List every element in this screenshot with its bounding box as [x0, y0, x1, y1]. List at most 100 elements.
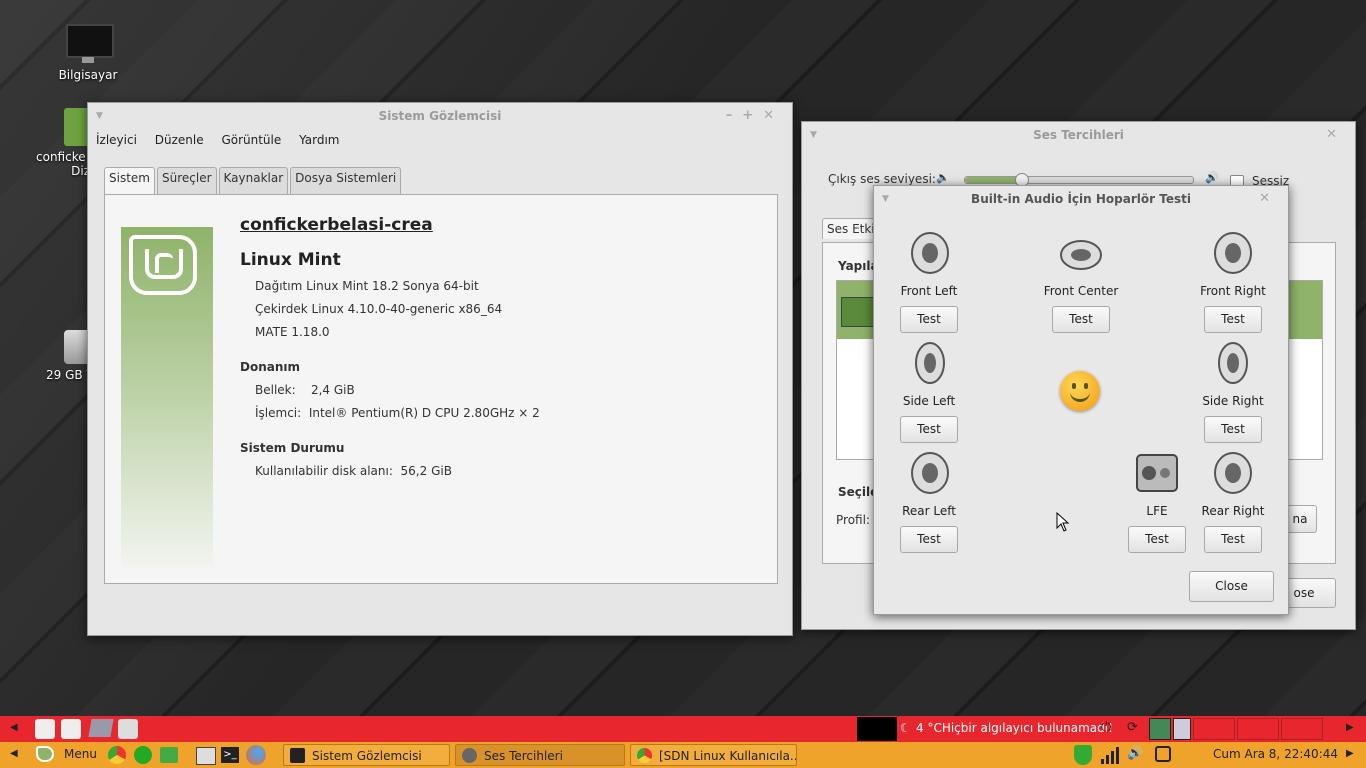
window-title: Built-in Audio İçin Hoparlör Testi [971, 192, 1191, 206]
rear-left-test-button[interactable]: Test [900, 526, 958, 553]
chrome-task-icon [637, 748, 652, 763]
test-speakers-label: na [1292, 512, 1308, 526]
linux-mint-logo-icon [129, 235, 197, 295]
side-left-test-button[interactable]: Test [900, 416, 958, 443]
front-right-label: Front Right [1200, 284, 1266, 298]
system-tab-content: confickerbelasi-crea Linux Mint Dağıtım … [104, 194, 778, 584]
task-browser[interactable]: [SDN Linux Kullanıcıla... [630, 744, 797, 766]
disk-label: Kullanılabilir disk alanı: [255, 464, 393, 478]
panel-scroll-left-icon[interactable]: ◀ [10, 748, 18, 759]
tab-system[interactable]: Sistem [104, 167, 155, 194]
window-menu-icon[interactable]: ▼ [810, 122, 817, 148]
volume-icon[interactable]: 🔊 [1127, 746, 1143, 761]
menu-help[interactable]: Yardım [299, 133, 339, 147]
system-monitor-titlebar[interactable]: ▼ Sistem Gözlemcisi –+✕ [88, 103, 792, 129]
tab-bar: Sistem Süreçler Kaynaklar Dosya Sistemle… [104, 167, 403, 194]
desktop-icon-computer[interactable]: Bilgisayar [38, 24, 138, 82]
desktop-icon-home-folder[interactable]: conficke Diz [30, 108, 90, 178]
volume-high-icon: 🔊 [1205, 171, 1219, 184]
sound-titlebar[interactable]: ▼ Ses Tercihleri ✕ [802, 122, 1355, 148]
memory-row: Bellek: 2,4 GiB [255, 383, 355, 397]
lfe-test-button[interactable]: Test [1128, 526, 1186, 553]
workspace-2[interactable] [1173, 718, 1191, 740]
front-right-test-button[interactable]: Test [1204, 306, 1262, 333]
front-center-test-button[interactable]: Test [1052, 306, 1110, 333]
spotify-launcher-icon[interactable] [134, 746, 152, 764]
network-signal-icon[interactable] [1101, 746, 1119, 764]
lfe-subwoofer-icon [1135, 451, 1179, 495]
os-name: Linux Mint [240, 250, 341, 270]
bottom-panel: ◀ Menu >_ Sistem Gözlemcisi Ses Tercihle… [0, 742, 1366, 768]
task-sound-preferences[interactable]: Ses Tercihleri [455, 744, 625, 766]
front-left-test-button[interactable]: Test [900, 306, 958, 333]
disk-value: 56,2 GiB [400, 464, 452, 478]
chrome-launcher-icon[interactable] [108, 746, 126, 764]
window-title: Ses Tercihleri [1033, 128, 1124, 142]
volume-label: Çıkış ses seviyesi: [828, 172, 936, 186]
workspace-switcher[interactable] [1149, 718, 1329, 740]
front-left-speaker-icon [908, 231, 952, 275]
workspace-5[interactable] [1281, 718, 1323, 740]
side-right-speaker-icon [1211, 341, 1255, 385]
terminal-launcher-icon[interactable]: >_ [221, 747, 239, 763]
release-info: Dağıtım Linux Mint 18.2 Sonya 64-bit [255, 279, 479, 293]
profile-label: Profil: [836, 513, 870, 527]
launcher-pen-icon-2[interactable] [61, 719, 81, 739]
close-icon[interactable]: ✕ [1259, 186, 1280, 212]
show-desktop-icon[interactable] [196, 747, 216, 765]
firefox-launcher-icon[interactable] [246, 745, 266, 765]
refresh-icon[interactable]: ⟳ [1127, 720, 1138, 735]
workspace-4[interactable] [1237, 718, 1279, 740]
menu-monitor[interactable]: İzleyici [96, 133, 137, 147]
mint-logo-banner [121, 227, 213, 567]
rear-right-test-button[interactable]: Test [1204, 526, 1262, 553]
shield-icon[interactable] [1074, 745, 1092, 765]
cpu-value: Intel® Pentium(R) D CPU 2.80GHz × 2 [308, 406, 540, 420]
window-controls[interactable]: –+✕ [726, 103, 784, 129]
mint-logo-icon [36, 746, 54, 762]
window-menu-icon[interactable]: ▼ [882, 186, 889, 212]
disk-row: Kullanılabilir disk alanı: 56,2 GiB [255, 464, 452, 478]
window-menu-icon[interactable]: ▼ [96, 103, 103, 129]
notification-icon[interactable] [1155, 746, 1171, 762]
workspace-3[interactable] [1193, 718, 1235, 740]
weather-moon-icon: ☾ [900, 721, 911, 735]
volume-slider-fill [965, 177, 1022, 183]
desktop-icon-label: conficke [36, 150, 86, 164]
menu-view[interactable]: Görüntüle [221, 133, 281, 147]
speaker-test-titlebar[interactable]: ▼ Built-in Audio İçin Hoparlör Testi ✕ [874, 186, 1288, 212]
launcher-chip-icon[interactable] [88, 719, 114, 737]
front-center-label: Front Center [1043, 284, 1119, 298]
panel-scroll-right-icon[interactable]: ▶ [1346, 722, 1354, 733]
desktop-icon-volume[interactable]: 29 GB V [40, 330, 88, 382]
close-icon[interactable]: ✕ [1326, 122, 1347, 148]
panel-scroll-left-icon[interactable]: ◀ [10, 722, 18, 733]
menubar: İzleyici Düzenle Görüntüle Yardım [88, 129, 792, 151]
tab-resources[interactable]: Kaynaklar [218, 167, 289, 194]
status-heading: Sistem Durumu [240, 441, 345, 455]
tab-filesystems[interactable]: Dosya Sistemleri [290, 167, 402, 194]
volume-slider[interactable] [964, 173, 1194, 187]
menu-edit[interactable]: Düzenle [155, 133, 204, 147]
sound-task-icon [462, 748, 477, 763]
speaker-test-close-button[interactable]: Close [1189, 571, 1274, 602]
system-monitor-graph[interactable] [857, 717, 897, 741]
desktop-icon-label: Bilgisayar [58, 68, 118, 82]
files-launcher-icon[interactable] [160, 747, 178, 763]
power-icon[interactable]: ⏻ [1101, 720, 1111, 735]
weather-text[interactable]: 4 °CHiçbir algılayıcı bulunamadı! [916, 721, 1113, 735]
task-system-monitor[interactable]: Sistem Gözlemcisi [283, 744, 450, 766]
workspace-1[interactable] [1149, 718, 1171, 740]
tab-processes[interactable]: Süreçler [156, 167, 217, 194]
side-right-test-button[interactable]: Test [1204, 416, 1262, 443]
launcher-pen-icon[interactable] [35, 719, 55, 739]
top-panel: ◀ ☾ 4 °CHiçbir algılayıcı bulunamadı! ⏻ … [0, 716, 1366, 742]
clock[interactable]: Cum Ara 8, 22:40:44 [1213, 747, 1338, 761]
memory-label: Bellek: [255, 383, 296, 397]
launcher-editor-icon[interactable] [118, 719, 138, 739]
panel-scroll-right-icon[interactable]: ▶ [1346, 748, 1354, 759]
task-label: Sistem Gözlemcisi [312, 749, 422, 763]
system-monitor-window: ▼ Sistem Gözlemcisi –+✕ İzleyici Düzenle… [87, 102, 793, 636]
desktop-icon-label: 29 GB V [46, 368, 88, 382]
side-right-label: Side Right [1202, 394, 1264, 408]
